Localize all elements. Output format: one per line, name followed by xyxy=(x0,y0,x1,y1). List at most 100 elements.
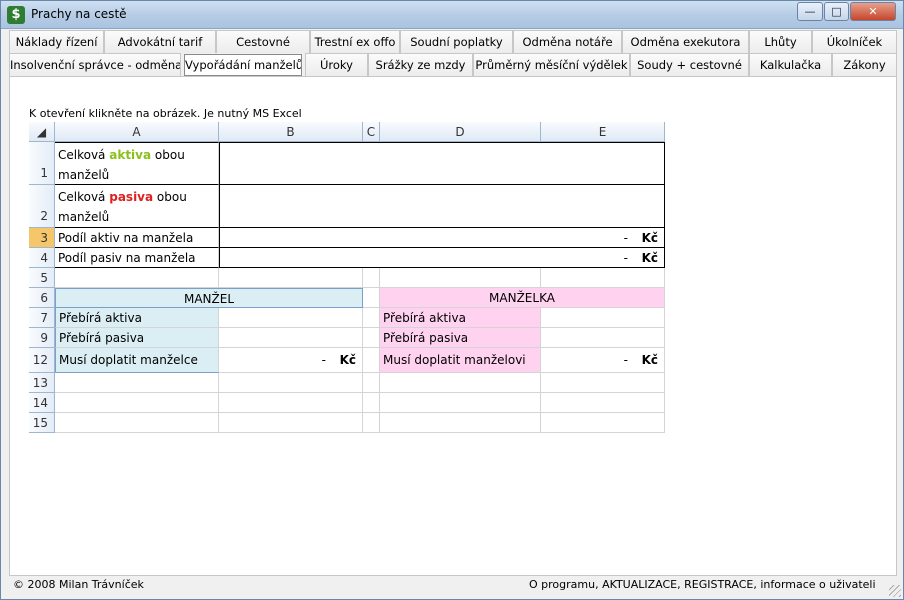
tab-odmena-exekutora[interactable]: Odměna exekutora xyxy=(622,30,749,53)
cell-celkova-pasiva: Celková pasiva obou manželů xyxy=(55,185,219,228)
value-dash: - xyxy=(623,353,628,367)
row-header: 4 xyxy=(29,248,55,268)
col-header-a: A xyxy=(55,122,219,142)
tab-vyporadani-manzelu[interactable]: Vypořádání manželů xyxy=(184,54,302,76)
manzel-doplatek-value: - Kč xyxy=(219,348,363,373)
empty-cell xyxy=(380,413,541,433)
col-header-e: E xyxy=(541,122,665,142)
empty-cell xyxy=(363,288,380,308)
tab-srazky-ze-mzdy[interactable]: Srážky ze mzdy xyxy=(368,53,473,76)
pasiva-word: pasiva xyxy=(109,190,154,204)
row-header: 7 xyxy=(29,308,55,328)
tabs-row-2: Insolvenční správce - odměna Vypořádání … xyxy=(9,53,897,76)
tab-soudni-poplatky[interactable]: Soudní poplatky xyxy=(400,30,513,53)
cell-podil-pasiv-value: - Kč xyxy=(219,248,665,268)
empty-cell xyxy=(219,308,363,328)
musi-doplatit-manzelovi: Musí doplatit manželovi xyxy=(380,348,541,373)
tab-trestni-ex-offo[interactable]: Trestní ex offo xyxy=(310,30,400,53)
tab-kalkulacka[interactable]: Kalkulačka xyxy=(749,53,832,76)
tab-zakony[interactable]: Zákony xyxy=(832,53,897,76)
empty-cell xyxy=(541,308,665,328)
empty-cell xyxy=(541,393,665,413)
tab-lhuty[interactable]: Lhůty xyxy=(749,30,812,53)
tab-ukolnicek[interactable]: Úkolníček xyxy=(812,30,897,53)
empty-cell xyxy=(219,373,363,393)
empty-cell xyxy=(363,348,380,373)
empty-cell xyxy=(219,413,363,433)
currency-label: Kč xyxy=(641,353,658,367)
cell-aktiva-value xyxy=(219,142,665,185)
copyright: © 2008 Milan Trávníček xyxy=(13,578,144,591)
label-text: Celková xyxy=(58,148,110,162)
empty-cell xyxy=(363,328,380,348)
empty-cell xyxy=(363,413,380,433)
tabs-row-1: Náklady řízení Advokátní tarif Cestovné … xyxy=(9,30,897,53)
select-all-corner: ◢ xyxy=(29,122,55,142)
cell-celkova-aktiva: Celková aktiva obou manželů xyxy=(55,142,219,185)
cell-podil-aktiv: Podíl aktiv na manžela xyxy=(55,228,219,248)
row-header: 14 xyxy=(29,393,55,413)
col-header-c: C xyxy=(363,122,380,142)
minimize-button[interactable]: — xyxy=(797,2,823,21)
value-dash: - xyxy=(623,231,628,245)
empty-cell xyxy=(219,393,363,413)
manzel-prebira-aktiva: Přebírá aktiva xyxy=(55,308,219,328)
tab-odmena-notare[interactable]: Odměna notáře xyxy=(513,30,622,53)
label-text: Celková xyxy=(58,190,110,204)
tab-prumerny-vydelek[interactable]: Průměrný měsíční výdělek xyxy=(473,53,630,76)
resize-grip[interactable] xyxy=(889,585,901,597)
tab-uroky[interactable]: Úroky xyxy=(305,53,368,76)
tab-cestovne[interactable]: Cestovné xyxy=(216,30,310,53)
maximize-button[interactable]: □ xyxy=(824,2,849,21)
row-header: 12 xyxy=(29,348,55,373)
row-header: 2 xyxy=(29,185,55,228)
empty-cell xyxy=(55,373,219,393)
row-header: 3 xyxy=(29,228,55,248)
manzel-header: MANŽEL xyxy=(55,288,363,308)
col-header-d: D xyxy=(380,122,541,142)
empty-cell xyxy=(219,328,363,348)
empty-cell xyxy=(363,393,380,413)
empty-cell xyxy=(219,268,363,288)
empty-cell xyxy=(541,373,665,393)
empty-cell xyxy=(380,268,541,288)
row-header: 9 xyxy=(29,328,55,348)
empty-cell xyxy=(363,308,380,328)
col-header-b: B xyxy=(219,122,363,142)
value-dash: - xyxy=(623,251,628,265)
empty-cell xyxy=(380,393,541,413)
excel-hint: K otevření klikněte na obrázek. Je nutný… xyxy=(29,107,302,120)
empty-cell xyxy=(55,413,219,433)
empty-cell xyxy=(541,328,665,348)
dollar-icon: $ xyxy=(7,6,25,24)
manzelka-prebira-aktiva: Přebírá aktiva xyxy=(380,308,541,328)
musi-doplatit-manzelce: Musí doplatit manželce xyxy=(55,348,219,373)
empty-cell xyxy=(541,268,665,288)
spreadsheet-image[interactable]: ◢ A B C D E 1 2 3 4 5 6 7 9 12 13 14 15 … xyxy=(29,122,665,433)
manzelka-header: MANŽELKA xyxy=(380,288,665,308)
tab-advokatni-tarif[interactable]: Advokátní tarif xyxy=(104,30,216,53)
close-button[interactable]: ✕ xyxy=(850,2,896,21)
window-title: Prachy na cestě xyxy=(31,7,127,21)
row-header: 6 xyxy=(29,288,55,308)
cell-podil-pasiv: Podíl pasiv na manžela xyxy=(55,248,219,268)
row-header: 15 xyxy=(29,413,55,433)
manzelka-doplatek-value: - Kč xyxy=(541,348,665,373)
cell-podil-aktiv-value: - Kč xyxy=(219,228,665,248)
empty-cell xyxy=(363,268,380,288)
row-header: 13 xyxy=(29,373,55,393)
title-bar: $ Prachy na cestě — □ ✕ xyxy=(1,1,903,29)
manzel-prebira-pasiva: Přebírá pasiva xyxy=(55,328,219,348)
empty-cell xyxy=(55,268,219,288)
empty-cell xyxy=(363,373,380,393)
about-links[interactable]: O programu, AKTUALIZACE, REGISTRACE, inf… xyxy=(529,578,876,591)
empty-cell xyxy=(541,413,665,433)
row-header: 1 xyxy=(29,142,55,185)
tab-insolvencni-spravce[interactable]: Insolvenční správce - odměna xyxy=(9,53,181,76)
value-dash: - xyxy=(321,353,326,367)
cell-pasiva-value xyxy=(219,185,665,228)
tab-naklady-rizeni[interactable]: Náklady řízení xyxy=(9,30,104,53)
aktiva-word: aktiva xyxy=(109,148,152,162)
empty-cell xyxy=(55,393,219,413)
tab-soudy-cestovne[interactable]: Soudy + cestovné xyxy=(630,53,749,76)
